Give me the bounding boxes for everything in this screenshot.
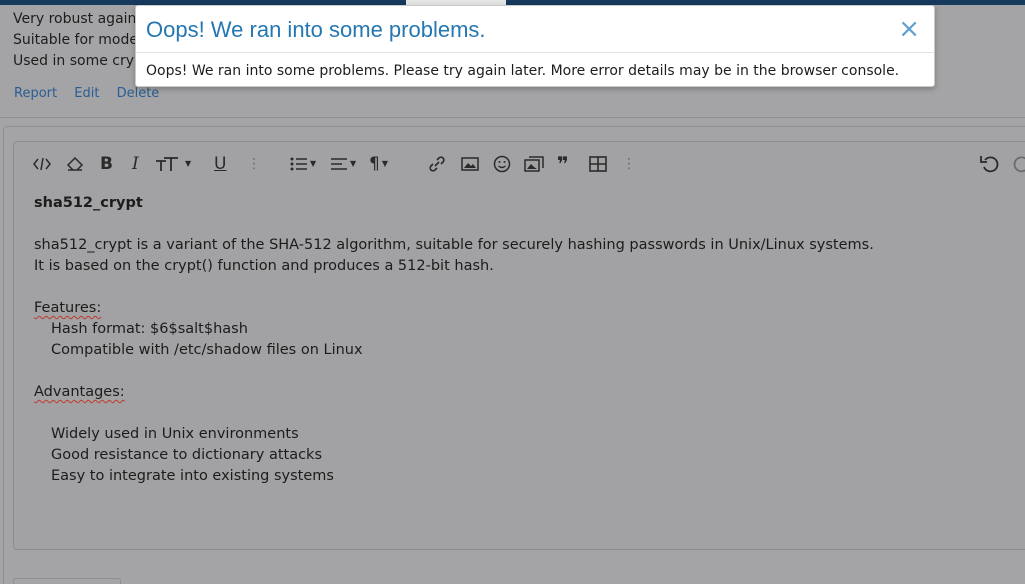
rich-text-editor[interactable]: B I ▼ U ⋮ ▼ ▼ ¶ ▼ ❞ ⋮ sha512_crypt sha51… (13, 141, 1025, 550)
post-line: Suitable for moder (13, 32, 144, 48)
doc-intro-line: sha512_crypt is a variant of the SHA-512… (34, 237, 874, 253)
advantage-item: Widely used in Unix environments (51, 426, 299, 442)
error-dialog: Oops! We ran into some problems. × Oops!… (135, 5, 935, 87)
edit-link[interactable]: Edit (74, 86, 99, 101)
list-icon[interactable]: ▼ (290, 154, 316, 174)
editor-content[interactable]: sha512_crypt sha512_crypt is a variant o… (34, 193, 874, 487)
link-icon[interactable] (428, 154, 446, 174)
advantages-heading: Advantages: (34, 384, 125, 400)
divider (0, 117, 1025, 118)
editor-toolbar: B I ▼ U ⋮ ▼ ▼ ¶ ▼ ❞ ⋮ (14, 142, 1025, 186)
emoji-icon[interactable] (493, 154, 511, 174)
doc-intro-line: It is based on the crypt() function and … (34, 258, 494, 274)
table-icon[interactable] (589, 154, 607, 174)
features-heading: Features: (34, 300, 102, 316)
error-dialog-title: Oops! We ran into some problems. (146, 17, 486, 42)
media-icon[interactable] (524, 154, 544, 174)
feature-item: Hash format: $6$salt$hash (51, 321, 248, 337)
post-content: Very robust agains Suitable for moder Us… (13, 9, 144, 72)
submit-button-partial[interactable] (13, 578, 121, 584)
advantage-item: Good resistance to dictionary attacks (51, 447, 323, 463)
code-icon[interactable] (33, 154, 51, 174)
italic-icon[interactable]: I (132, 154, 139, 174)
post-actions: Report Edit Delete (14, 86, 172, 101)
bold-icon[interactable]: B (100, 154, 113, 174)
eraser-icon[interactable] (66, 154, 84, 174)
close-icon[interactable]: × (898, 15, 920, 43)
redo-icon[interactable] (1012, 154, 1025, 174)
align-icon[interactable]: ▼ (330, 154, 356, 174)
advantage-item: Easy to integrate into existing systems (51, 468, 334, 484)
doc-title: sha512_crypt (34, 195, 143, 211)
error-dialog-message: Oops! We ran into some problems. Please … (146, 63, 900, 79)
feature-item: Compatible with /etc/shadow files on Lin… (51, 342, 363, 358)
text-size-icon[interactable]: ▼ (155, 154, 191, 174)
more-icon[interactable]: ⋮ (247, 154, 261, 174)
quote-icon[interactable]: ❞ (557, 154, 569, 174)
more-icon[interactable]: ⋮ (622, 154, 636, 174)
delete-link[interactable]: Delete (117, 86, 160, 101)
image-icon[interactable] (461, 154, 479, 174)
paragraph-icon[interactable]: ¶ ▼ (369, 154, 388, 174)
report-link[interactable]: Report (14, 86, 57, 101)
post-line: Used in some cryp (13, 53, 143, 69)
post-line: Very robust agains (13, 11, 144, 27)
error-dialog-header: Oops! We ran into some problems. × (136, 6, 934, 53)
undo-icon[interactable] (980, 154, 1000, 174)
underline-icon[interactable]: U (214, 154, 226, 174)
